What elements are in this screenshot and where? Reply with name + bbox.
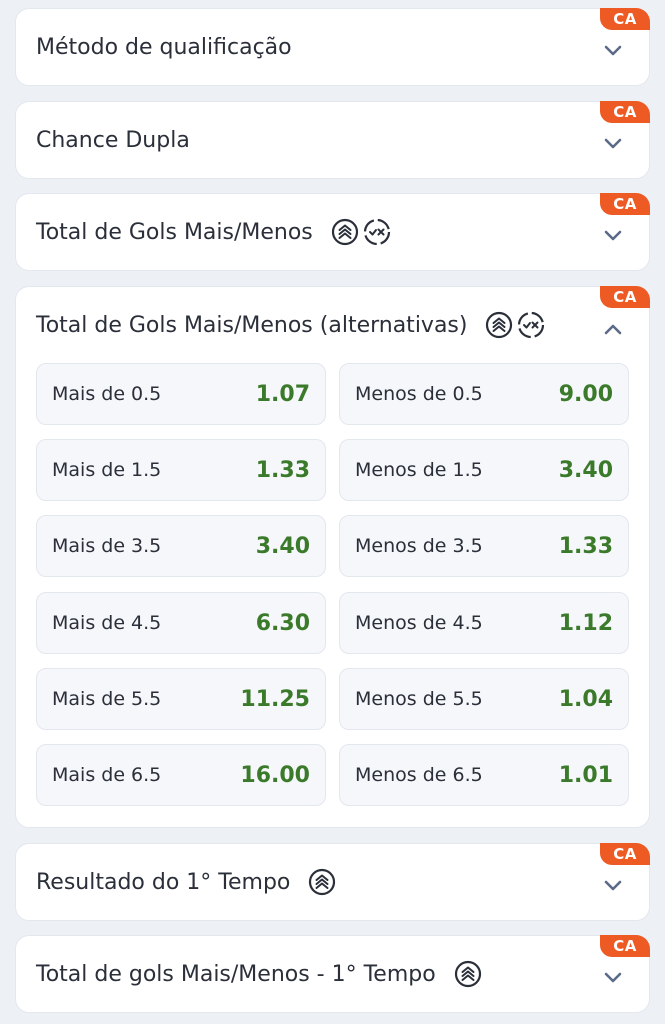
boost-chevrons-icon: [454, 960, 481, 988]
market-title: Total de Gols Mais/Menos: [36, 219, 313, 245]
odds-value: 6.30: [255, 610, 310, 636]
market-card[interactable]: CA Resultado do 1° Tempo: [15, 843, 650, 921]
odds-button-over[interactable]: Mais de 0.5 1.07: [36, 363, 326, 425]
odds-button-under[interactable]: Menos de 1.5 3.40: [339, 439, 629, 501]
swap-check-x-icon: [363, 218, 390, 246]
odds-label: Menos de 6.5: [355, 764, 483, 786]
odds-value: 1.04: [558, 686, 613, 712]
odds-button-under[interactable]: Menos de 3.5 1.33: [339, 515, 629, 577]
ca-badge: CA: [600, 286, 650, 308]
market-card[interactable]: CA Chance Dupla: [15, 101, 650, 179]
market-card[interactable]: CA Método de qualificação: [15, 8, 650, 86]
odds-label: Mais de 6.5: [52, 764, 162, 786]
odds-value: 9.00: [558, 381, 613, 407]
market-header[interactable]: Chance Dupla: [36, 102, 190, 178]
ca-badge: CA: [600, 843, 650, 865]
odds-label: Menos de 3.5: [355, 535, 483, 557]
odds-value: 1.33: [255, 457, 310, 483]
chevron-down-icon[interactable]: [603, 230, 623, 242]
swap-check-x-icon: [518, 311, 545, 339]
market-title: Chance Dupla: [36, 127, 190, 153]
market-title: Total de Gols Mais/Menos (alternativas): [36, 312, 468, 338]
market-header[interactable]: Método de qualificação: [36, 9, 292, 85]
chevron-down-icon[interactable]: [603, 45, 623, 57]
odds-button-over[interactable]: Mais de 6.5 16.00: [36, 744, 326, 806]
odds-button-under[interactable]: Menos de 4.5 1.12: [339, 592, 629, 654]
odds-label: Menos de 5.5: [355, 688, 483, 710]
chevron-down-icon[interactable]: [603, 138, 623, 150]
odds-value: 1.12: [558, 610, 613, 636]
chevron-up-icon[interactable]: [603, 323, 623, 335]
ca-badge: CA: [600, 8, 650, 30]
boost-chevrons-icon: [309, 868, 336, 896]
boost-chevrons-icon: [486, 311, 513, 339]
odds-value: 1.07: [255, 381, 310, 407]
market-header[interactable]: Resultado do 1° Tempo: [36, 844, 336, 920]
ca-badge: CA: [600, 935, 650, 957]
odds-value: 16.00: [240, 762, 310, 788]
odds-label: Mais de 1.5: [52, 459, 162, 481]
odds-label: Menos de 1.5: [355, 459, 483, 481]
odds-button-under[interactable]: Menos de 5.5 1.04: [339, 668, 629, 730]
ca-badge: CA: [600, 101, 650, 123]
market-header[interactable]: Total de Gols Mais/Menos: [36, 194, 391, 270]
odds-button-over[interactable]: Mais de 1.5 1.33: [36, 439, 326, 501]
odds-button-under[interactable]: Menos de 0.5 9.00: [339, 363, 629, 425]
odds-value: 11.25: [240, 686, 310, 712]
market-title: Resultado do 1° Tempo: [36, 869, 291, 895]
odds-label: Menos de 0.5: [355, 383, 483, 405]
odds-value: 1.01: [558, 762, 613, 788]
odds-label: Mais de 3.5: [52, 535, 162, 557]
odds-value: 3.40: [255, 533, 310, 559]
odds-label: Menos de 4.5: [355, 612, 483, 634]
market-title: Método de qualificação: [36, 34, 292, 60]
market-title: Total de gols Mais/Menos - 1° Tempo: [36, 961, 436, 987]
odds-button-under[interactable]: Menos de 6.5 1.01: [339, 744, 629, 806]
market-header[interactable]: Total de gols Mais/Menos - 1° Tempo: [36, 936, 482, 1012]
market-card-expanded: CA Total de Gols Mais/Menos (alternativa…: [15, 286, 650, 828]
ca-badge: CA: [600, 193, 650, 215]
odds-button-over[interactable]: Mais de 5.5 11.25: [36, 668, 326, 730]
chevron-down-icon[interactable]: [603, 880, 623, 892]
odds-button-over[interactable]: Mais de 4.5 6.30: [36, 592, 326, 654]
markets-list: CA Método de qualificação CA Chance Dupl…: [0, 0, 665, 1024]
odds-value: 3.40: [558, 457, 613, 483]
odds-label: Mais de 5.5: [52, 688, 162, 710]
chevron-down-icon[interactable]: [603, 972, 623, 984]
odds-label: Mais de 0.5: [52, 383, 162, 405]
boost-chevrons-icon: [331, 218, 358, 246]
odds-button-over[interactable]: Mais de 3.5 3.40: [36, 515, 326, 577]
market-header[interactable]: Total de Gols Mais/Menos (alternativas): [36, 287, 545, 363]
odds-label: Mais de 4.5: [52, 612, 162, 634]
odds-value: 1.33: [558, 533, 613, 559]
market-card[interactable]: CA Total de gols Mais/Menos - 1° Tempo: [15, 935, 650, 1013]
market-card[interactable]: CA Total de Gols Mais/Menos: [15, 193, 650, 271]
